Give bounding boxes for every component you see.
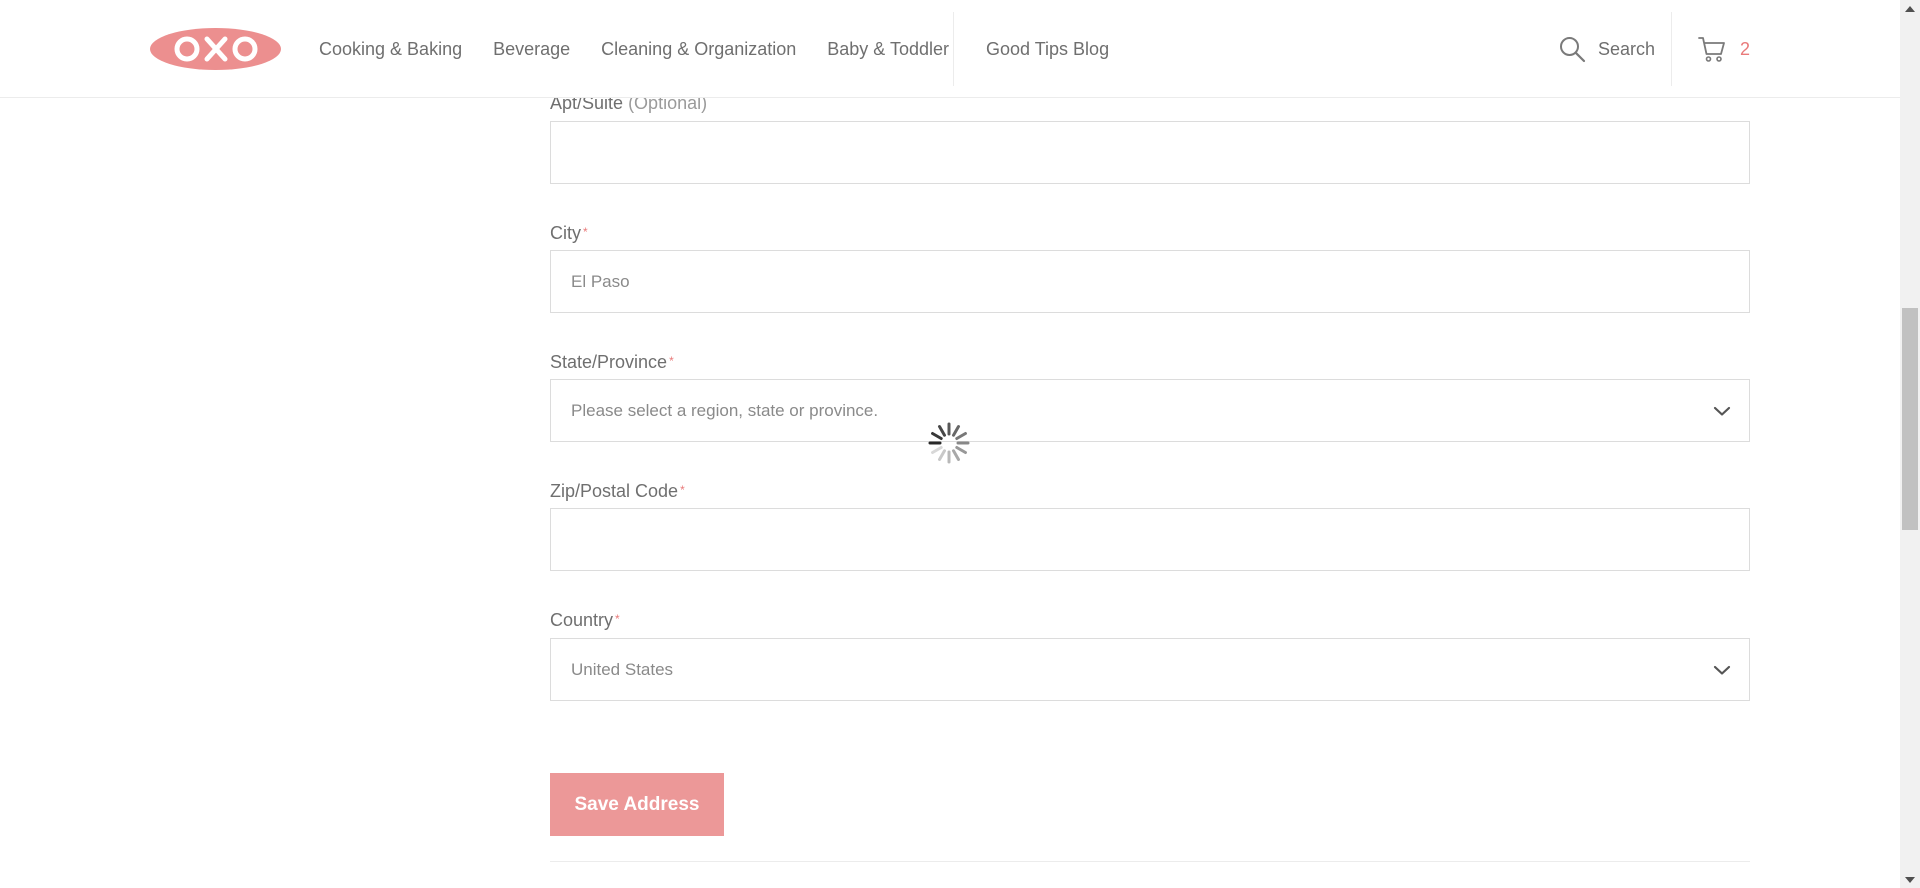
city-input[interactable]: El Paso bbox=[550, 250, 1750, 313]
loading-spinner-icon bbox=[928, 422, 970, 464]
zip-postal-input[interactable] bbox=[550, 508, 1750, 571]
cart-icon bbox=[1698, 37, 1725, 62]
nav-beverage[interactable]: Beverage bbox=[493, 39, 570, 60]
oxo-logo[interactable] bbox=[150, 28, 281, 70]
apt-suite-input[interactable] bbox=[550, 121, 1750, 184]
required-mark: * bbox=[583, 225, 588, 239]
country-label-text: Country bbox=[550, 610, 614, 630]
site-header: Cooking & Baking Beverage Cleaning & Org… bbox=[0, 0, 1900, 98]
required-mark: * bbox=[669, 354, 674, 368]
form-divider bbox=[550, 861, 1750, 862]
spinner-ray bbox=[955, 432, 967, 440]
triangle-up-icon bbox=[1905, 5, 1915, 12]
city-label: City * bbox=[550, 223, 588, 244]
spinner-ray bbox=[938, 449, 946, 461]
chevron-down-icon bbox=[1713, 406, 1731, 416]
page: Cooking & Baking Beverage Cleaning & Org… bbox=[0, 0, 1920, 888]
nav-good-tips-blog[interactable]: Good Tips Blog bbox=[986, 0, 1109, 98]
spinner-ray bbox=[952, 425, 960, 437]
required-mark: * bbox=[615, 612, 620, 626]
nav-cleaning-organization[interactable]: Cleaning & Organization bbox=[601, 39, 796, 60]
spinner-ray bbox=[931, 446, 943, 454]
spinner-ray bbox=[931, 432, 943, 440]
chevron-down-icon bbox=[1713, 665, 1731, 675]
nav-baby-toddler[interactable]: Baby & Toddler bbox=[827, 39, 949, 60]
scroll-up-arrow[interactable] bbox=[1900, 0, 1920, 17]
city-input-value: El Paso bbox=[571, 271, 630, 291]
nav-divider bbox=[953, 12, 954, 86]
nav-cooking-baking[interactable]: Cooking & Baking bbox=[319, 39, 462, 60]
country-label: Country * bbox=[550, 610, 620, 631]
scroll-down-arrow[interactable] bbox=[1900, 871, 1920, 888]
save-address-button[interactable]: Save Address bbox=[550, 773, 724, 836]
header-divider bbox=[1671, 12, 1672, 86]
city-label-text: City bbox=[550, 223, 581, 243]
required-mark: * bbox=[680, 483, 685, 497]
country-value: United States bbox=[571, 659, 674, 679]
state-province-select[interactable]: Please select a region, state or provinc… bbox=[550, 379, 1750, 442]
zip-postal-label: Zip/Postal Code * bbox=[550, 481, 685, 502]
main-nav: Cooking & Baking Beverage Cleaning & Org… bbox=[319, 0, 980, 98]
cart-count-badge: 2 bbox=[1740, 38, 1751, 59]
country-select[interactable]: United States bbox=[550, 638, 1750, 701]
triangle-down-icon bbox=[1905, 876, 1915, 883]
spinner-ray bbox=[952, 449, 960, 461]
cart-button[interactable]: 2 bbox=[1698, 0, 1750, 98]
spinner-ray bbox=[955, 446, 967, 454]
state-province-value: Please select a region, state or provinc… bbox=[571, 400, 879, 420]
search-button[interactable]: Search bbox=[1558, 0, 1655, 98]
state-province-label: State/Province * bbox=[550, 352, 674, 373]
state-province-label-text: State/Province bbox=[550, 352, 668, 372]
zip-postal-label-text: Zip/Postal Code bbox=[550, 481, 679, 501]
search-label: Search bbox=[1598, 38, 1656, 59]
vertical-scrollbar[interactable] bbox=[1900, 0, 1920, 888]
spinner-ray bbox=[938, 425, 946, 437]
search-icon bbox=[1560, 37, 1586, 63]
scroll-thumb[interactable] bbox=[1902, 307, 1918, 530]
